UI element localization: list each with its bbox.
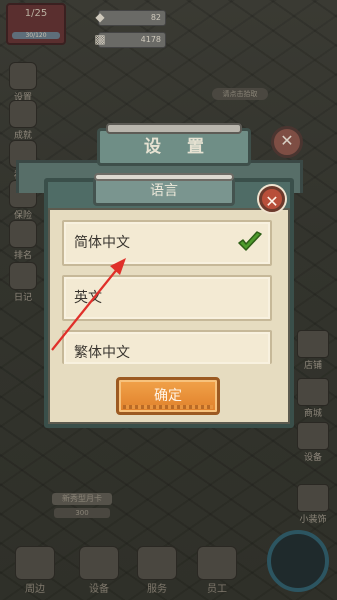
close-icon: ✕ [265,192,279,211]
bottom-label: 服务 [147,584,167,595]
confirm-button-stripe [123,405,213,409]
language-option-label: 简体中文 [74,235,130,251]
side-settings-button[interactable]: 设置 [6,62,40,104]
language-title-tab: 语言 [93,173,235,206]
store-icon [297,330,329,358]
right-label: 店铺 [303,361,322,371]
bottom-surroundings-button[interactable]: 周边 [12,546,58,596]
level-progress: 30/120 [12,32,60,39]
speed-dial-icon[interactable] [267,530,329,592]
settings-title: 设 置 [144,137,214,157]
bottom-equipment-button[interactable]: 设备 [76,546,122,596]
side-diary-button[interactable]: 日记 [6,262,40,304]
diamond-value: 82 [150,13,161,22]
language-option-traditional-chinese[interactable]: 繁体中文 [62,330,272,364]
right-equipment-button[interactable]: 设备 [293,422,333,463]
trophy-icon [9,100,37,128]
gear-icon [9,62,37,90]
level-number: 1/25 [24,8,48,19]
newbie-task-card[interactable]: 新秀型月卡 300 [12,490,112,530]
side-achievement-button[interactable]: 成就 [6,100,40,142]
cash-icon: ▩ [94,32,106,46]
equipment-icon [297,422,329,450]
language-option-label: 繁体中文 [74,345,130,361]
right-decoration-button[interactable]: 小装饰 [293,484,333,525]
language-option-english[interactable]: 英文 [62,275,272,321]
bottom-menu: 周边 设备 服务 员工 [0,530,337,600]
bottom-label: 设备 [89,584,109,595]
level-badge[interactable]: 1/25 30/120 [6,3,66,45]
top-resource-bar: 1/25 30/120 ◆ 82 ▩ 4178 [0,0,337,52]
settings-title-tab: 设 置 [97,123,251,166]
diamond-counter[interactable]: ◆ 82 [95,10,166,26]
side-ranking-button[interactable]: 排名 [6,220,40,262]
right-mall-button[interactable]: 商城 [293,378,333,419]
right-label: 小装饰 [299,515,327,525]
side-label: 日记 [13,293,32,303]
speech-bubble: 请点击拾取 [212,88,268,100]
settings-close-button[interactable]: ✕ [271,126,303,158]
cash-counter[interactable]: ▩ 4178 [94,32,166,48]
shop-icon [15,546,55,580]
decoration-icon [297,484,329,512]
close-icon: ✕ [280,131,294,150]
service-icon [137,546,177,580]
bottom-staff-button[interactable]: 员工 [194,546,240,596]
language-option-simplified-chinese[interactable]: 简体中文 [62,220,272,266]
right-label: 商城 [303,409,322,419]
book-icon [9,262,37,290]
language-option-label: 英文 [74,290,102,306]
checkmark-icon [238,231,262,251]
bottom-label: 周边 [25,584,45,595]
cash-value: 4178 [140,35,161,44]
diamond-icon: ◆ [95,10,105,24]
language-title: 语言 [150,183,178,199]
newbie-task-title: 新秀型月卡 [52,493,112,505]
bottom-service-button[interactable]: 服务 [134,546,180,596]
language-close-button[interactable]: ✕ [259,186,285,212]
machine-icon [79,546,119,580]
right-label: 设备 [303,453,322,463]
mall-icon [297,378,329,406]
confirm-button[interactable]: 确定 [116,377,220,415]
confirm-label: 确定 [154,388,182,404]
side-label: 排名 [13,251,32,261]
newbie-task-progress: 300 [54,508,110,518]
staff-icon [197,546,237,580]
bottom-label: 员工 [207,584,227,595]
ranking-icon [9,220,37,248]
right-shop-button[interactable]: 店铺 [293,330,333,371]
